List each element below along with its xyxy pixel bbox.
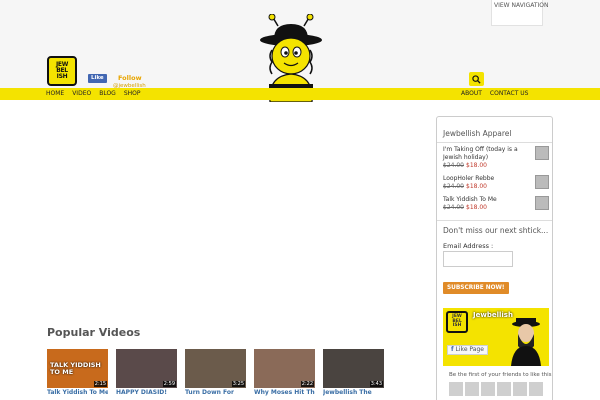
- avatar[interactable]: [529, 382, 543, 396]
- video-item[interactable]: 2:22 Why Moses Hit The: [254, 349, 315, 396]
- product-name-link[interactable]: Talk Yiddish To Me: [443, 196, 533, 204]
- nav-item-shop[interactable]: SHOP: [124, 88, 141, 100]
- sale-price: $18.00: [466, 162, 487, 169]
- sidebar: Jewbellish Apparel I'm Taking Off (today…: [436, 116, 553, 400]
- logo-line: ISH: [56, 73, 68, 80]
- product-item[interactable]: I'm Taking Off (today is a Jewish holida…: [443, 146, 549, 170]
- product-price: $24.00 $18.00: [443, 162, 549, 170]
- video-thumbnail[interactable]: TALK YIDDISH TO ME 2:15: [47, 349, 108, 388]
- product-price: $24.00 $18.00: [443, 204, 549, 212]
- facebook-page-widget[interactable]: JEW BEL ISH Jewbellish f Like Page: [443, 308, 549, 366]
- avatar[interactable]: [513, 382, 527, 396]
- facebook-page-logo: JEW BEL ISH: [446, 311, 468, 333]
- product-thumbnail[interactable]: [535, 146, 549, 160]
- video-title-link[interactable]: Jewbellish The: [323, 389, 384, 396]
- nav-left-group: HOME VIDEO BLOG SHOP: [46, 88, 141, 100]
- video-duration: 2:15: [93, 381, 107, 387]
- video-thumbnail[interactable]: 3:43: [323, 349, 384, 388]
- site-logo[interactable]: JEW BEL ISH: [47, 56, 77, 86]
- video-title-link[interactable]: Talk Yiddish To Me: [47, 389, 108, 396]
- facebook-friends-text: Be the first of your friends to like thi…: [449, 372, 552, 378]
- video-title-link[interactable]: Turn Down For: [185, 389, 246, 396]
- video-duration: 2:22: [300, 381, 314, 387]
- product-thumbnail[interactable]: [535, 196, 549, 210]
- facebook-icon: f: [451, 346, 454, 353]
- video-item[interactable]: 3:43 Jewbellish The: [323, 349, 384, 396]
- video-title-link[interactable]: Why Moses Hit The: [254, 389, 315, 396]
- product-price: $24.00 $18.00: [443, 183, 549, 191]
- popular-videos-heading: Popular Videos: [47, 326, 141, 339]
- nav-item-blog[interactable]: BLOG: [99, 88, 116, 100]
- nav-item-contact-us[interactable]: CONTACT US: [490, 88, 529, 100]
- logo-line: ISH: [452, 323, 462, 329]
- subscribe-button[interactable]: SUBSCRIBE NOW!: [443, 282, 509, 294]
- divider: [437, 220, 552, 221]
- twitter-follow-button[interactable]: Follow: [118, 74, 142, 82]
- avatar[interactable]: [465, 382, 479, 396]
- avatar[interactable]: [497, 382, 511, 396]
- video-item[interactable]: 2:59 HAPPY DIASID!: [116, 349, 177, 396]
- video-duration: 3:43: [369, 381, 383, 387]
- video-duration: 2:59: [162, 381, 176, 387]
- old-price: $24.00: [443, 183, 464, 190]
- email-field-label: Email Address :: [443, 242, 494, 250]
- facebook-like-button[interactable]: Like: [88, 74, 107, 83]
- email-field[interactable]: [443, 251, 513, 267]
- nav-item-about[interactable]: ABOUT: [461, 88, 482, 100]
- video-item[interactable]: TALK YIDDISH TO ME 2:15 Talk Yiddish To …: [47, 349, 108, 396]
- video-item[interactable]: 3:25 Turn Down For: [185, 349, 246, 396]
- product-name-link[interactable]: LoopHoler Rebbe: [443, 175, 533, 183]
- view-navigation-button[interactable]: VIEW NAVIGATION: [491, 0, 549, 26]
- main-navigation: HOME VIDEO BLOG SHOP ABOUT CONTACT US: [0, 88, 600, 100]
- product-thumbnail[interactable]: [535, 175, 549, 189]
- page: VIEW NAVIGATION JEW BEL ISH Like Follow …: [0, 0, 600, 400]
- search-icon: [472, 74, 481, 84]
- facebook-like-page-button[interactable]: f Like Page: [447, 345, 488, 355]
- nav-item-video[interactable]: VIDEO: [72, 88, 91, 100]
- old-price: $24.00: [443, 162, 464, 169]
- nav-item-home[interactable]: HOME: [46, 88, 64, 100]
- sale-price: $18.00: [466, 204, 487, 211]
- divider: [437, 142, 552, 143]
- fb-like-label: Like: [91, 75, 104, 81]
- rabbi-image: [511, 318, 541, 366]
- video-thumbnail[interactable]: 2:22: [254, 349, 315, 388]
- popular-videos-list: TALK YIDDISH TO ME 2:15 Talk Yiddish To …: [47, 349, 384, 396]
- sale-price: $18.00: [466, 183, 487, 190]
- avatar[interactable]: [449, 382, 463, 396]
- old-price: $24.00: [443, 204, 464, 211]
- like-page-label: Like Page: [455, 346, 484, 353]
- product-name-link[interactable]: I'm Taking Off (today is a Jewish holida…: [443, 146, 533, 162]
- search-button[interactable]: [469, 72, 484, 86]
- video-duration: 3:25: [231, 381, 245, 387]
- product-item[interactable]: Talk Yiddish To Me $24.00 $18.00: [443, 196, 549, 212]
- facebook-friends-avatars: [449, 382, 543, 396]
- product-item[interactable]: LoopHoler Rebbe $24.00 $18.00: [443, 175, 549, 191]
- nav-right-group: ABOUT CONTACT US: [461, 88, 528, 100]
- avatar[interactable]: [481, 382, 495, 396]
- newsletter-title: Don't miss our next shtick...: [443, 226, 549, 235]
- video-thumbnail[interactable]: 3:25: [185, 349, 246, 388]
- video-title-link[interactable]: HAPPY DIASID!: [116, 389, 177, 396]
- video-thumbnail-text: TALK YIDDISH TO ME: [50, 361, 101, 376]
- apparel-widget-title: Jewbellish Apparel: [443, 129, 512, 138]
- video-thumbnail[interactable]: 2:59: [116, 349, 177, 388]
